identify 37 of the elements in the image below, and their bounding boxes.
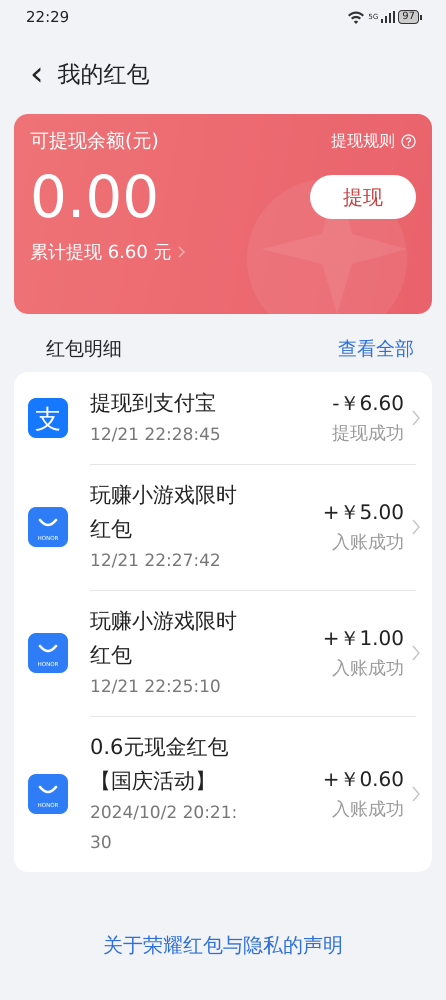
wifi-icon [347, 10, 366, 24]
chevron-right-icon[interactable] [412, 410, 420, 426]
transaction-title: 玩赚小游戏限时红包 [90, 482, 238, 543]
transaction-status: 入账成功 [332, 657, 404, 681]
withdraw-button[interactable]: 提现 [310, 175, 416, 219]
clock: 22:29 [26, 8, 70, 26]
rules-link[interactable]: 提现规则 [331, 130, 416, 152]
transaction-amount: +￥5.00 [322, 499, 404, 526]
signal-icon [381, 11, 396, 23]
privacy-statement-link[interactable]: 关于荣耀红包与隐私的声明 [103, 932, 343, 959]
section-title: 红包明细 [46, 337, 122, 362]
transaction-title: 玩赚小游戏限时红包 [90, 608, 238, 669]
app-logo-icon: 支 [28, 398, 68, 438]
transaction-status: 入账成功 [332, 798, 404, 822]
balance-label: 可提现余额(元) [30, 129, 159, 154]
chevron-right-icon [178, 246, 185, 258]
transaction-status: 入账成功 [332, 531, 404, 555]
total-withdrawn-link[interactable]: 累计提现 6.60 元 [30, 240, 185, 264]
transaction-time: 12/21 22:28:45 [90, 424, 222, 447]
transaction-title: 提现到支付宝 [90, 390, 217, 417]
help-icon [401, 134, 416, 148]
view-all-link[interactable]: 查看全部 [338, 336, 414, 362]
transaction-time: 12/21 22:27:42 [90, 550, 222, 573]
chevron-right-icon[interactable] [412, 645, 420, 661]
transaction-title: 0.6元现金红包【国庆活动】 [90, 734, 230, 795]
balance-amount: 0.00 [30, 162, 160, 232]
chevron-right-icon[interactable] [412, 786, 420, 802]
page-title: 我的红包 [58, 60, 150, 90]
transaction-status: 提现成功 [332, 422, 404, 446]
transaction-amount: -￥6.60 [332, 390, 404, 417]
transaction-amount: +￥0.60 [322, 766, 404, 793]
transaction-time: 12/21 22:25:10 [90, 676, 222, 699]
transaction-time: 2024/10/2 20:21:30 [90, 802, 238, 855]
battery-level: 97 [398, 10, 419, 24]
chevron-right-icon[interactable] [412, 519, 420, 535]
back-button[interactable]: ‹ [30, 57, 44, 91]
transaction-amount: +￥1.00 [322, 625, 404, 652]
